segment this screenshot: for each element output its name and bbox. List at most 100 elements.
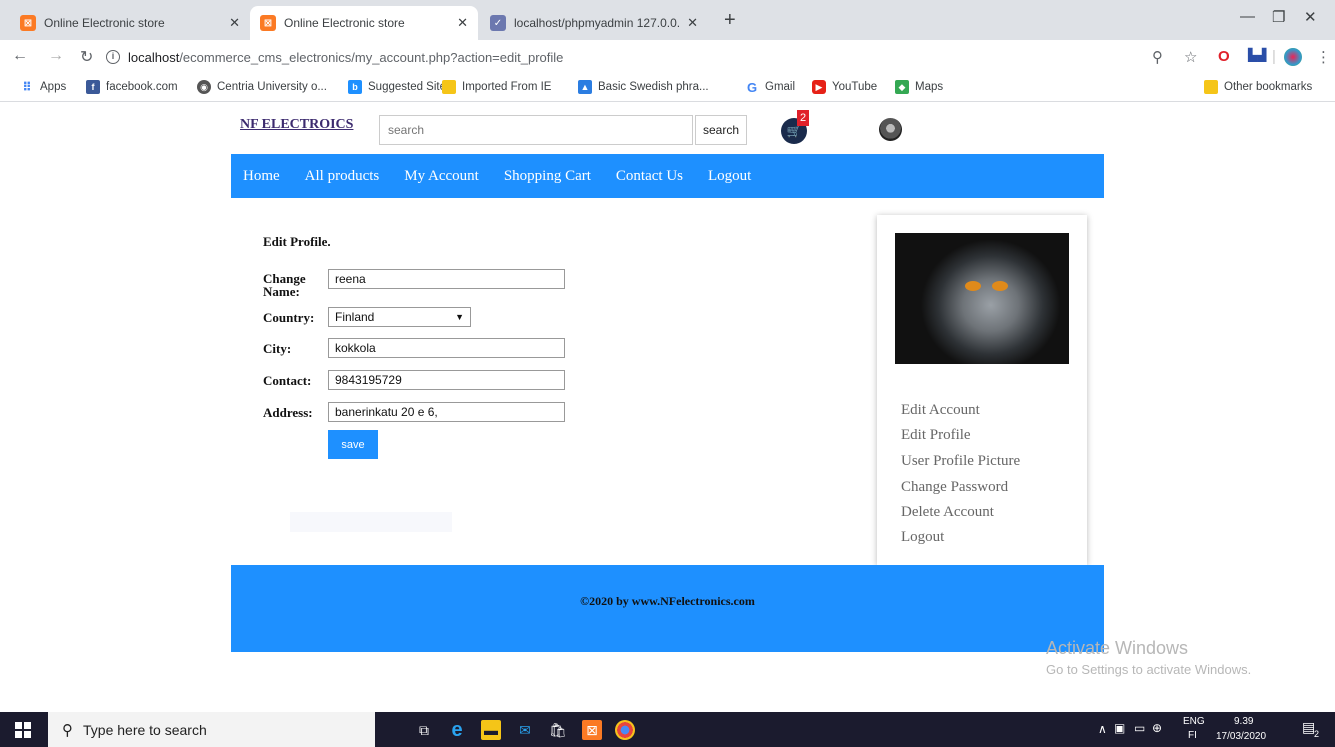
bookmark-swedish[interactable]: ▲ Basic Swedish phra... <box>578 80 709 94</box>
folder-icon <box>1204 80 1218 94</box>
xampp-icon: ⊠ <box>260 15 276 31</box>
new-tab-button[interactable]: + <box>724 10 736 30</box>
sidebar-edit-account[interactable]: Edit Account <box>901 402 980 419</box>
reload-icon[interactable]: ↻ <box>80 47 93 67</box>
minimize-icon[interactable]: — <box>1240 8 1255 25</box>
bookmark-facebook[interactable]: f facebook.com <box>86 80 178 94</box>
tray-app-icon[interactable]: ▣ <box>1114 721 1125 735</box>
facebook-icon: f <box>86 80 100 94</box>
clock-date[interactable]: 17/03/2020 <box>1216 731 1266 742</box>
main-nav: Home All products My Account Shopping Ca… <box>231 154 1104 198</box>
edge-icon[interactable]: e <box>447 719 467 741</box>
bookmark-label: Centria University o... <box>217 81 327 93</box>
contact-field[interactable] <box>328 370 565 390</box>
xampp-icon[interactable]: ⊠ <box>582 720 602 740</box>
google-icon: G <box>746 79 758 95</box>
nav-logout[interactable]: Logout <box>708 168 751 185</box>
name-label: Change Name: <box>263 271 306 299</box>
site-icon: ▲ <box>578 80 592 94</box>
mail-icon[interactable]: ✉ <box>515 720 535 740</box>
language-indicator[interactable]: ENG <box>1183 716 1205 727</box>
star-icon[interactable]: ☆ <box>1184 48 1197 66</box>
bookmark-label: Suggested Sites <box>368 81 452 93</box>
opera-icon[interactable]: O <box>1218 48 1230 65</box>
tab-title: Online Electronic store <box>284 16 405 30</box>
form-title: Edit Profile. <box>263 234 331 249</box>
country-label: Country: <box>263 310 315 325</box>
cat-eye <box>965 281 981 291</box>
tab-title: Online Electronic store <box>44 16 165 30</box>
profile-avatar-icon[interactable] <box>1284 48 1302 66</box>
country-select[interactable]: Finland ▼ <box>328 307 471 327</box>
phpmyadmin-icon: ✓ <box>490 15 506 31</box>
activation-watermark-title: Activate Windows <box>1046 638 1189 658</box>
address-label: Address: <box>263 405 313 420</box>
tab-strip: ⊠ Online Electronic store ✕ ⊠ Online Ele… <box>0 0 1335 40</box>
bookmark-other[interactable]: Other bookmarks <box>1204 80 1312 94</box>
close-window-icon[interactable]: ✕ <box>1304 8 1317 26</box>
footer-text: ©2020 by www.NFelectronics.com <box>580 594 755 608</box>
forward-icon[interactable]: → <box>48 47 64 65</box>
contact-label: Contact: <box>263 373 312 388</box>
bookmark-suggested[interactable]: b Suggested Sites <box>348 80 452 94</box>
sidebar-change-password[interactable]: Change Password <box>901 479 1008 496</box>
name-field[interactable] <box>328 269 565 289</box>
close-icon[interactable]: ✕ <box>229 15 240 31</box>
profile-picture <box>895 233 1069 364</box>
bookmark-imported[interactable]: Imported From IE <box>442 80 551 94</box>
sidebar-logout[interactable]: Logout <box>901 529 944 546</box>
clock-time[interactable]: 9.39 <box>1234 716 1253 727</box>
extension-icon[interactable]: ▙▟ <box>1248 48 1266 62</box>
tab-2[interactable]: ✓ localhost/phpmyadmin 127.0.0.1 ✕ <box>480 6 708 40</box>
sidebar-delete-account[interactable]: Delete Account <box>901 504 994 521</box>
bookmark-maps[interactable]: ◆ Maps <box>895 80 943 94</box>
search-input[interactable] <box>379 115 693 145</box>
avatar[interactable] <box>879 118 902 141</box>
chrome-icon[interactable] <box>615 720 635 740</box>
cat-eye <box>992 281 1008 291</box>
tab-0[interactable]: ⊠ Online Electronic store ✕ <box>10 6 250 40</box>
sidebar-user-profile-picture[interactable]: User Profile Picture <box>901 453 1020 470</box>
bookmark-gmail[interactable]: G Gmail <box>745 79 795 95</box>
nav-shopping-cart[interactable]: Shopping Cart <box>504 168 591 185</box>
restore-icon[interactable]: ❐ <box>1272 8 1285 26</box>
battery-icon[interactable]: ▭ <box>1134 721 1145 735</box>
close-icon[interactable]: ✕ <box>457 15 468 31</box>
info-icon[interactable]: i <box>106 50 120 64</box>
youtube-icon: ▶ <box>812 80 826 94</box>
nav-my-account[interactable]: My Account <box>404 168 479 185</box>
sidebar-edit-profile[interactable]: Edit Profile <box>901 427 971 444</box>
taskbar-search[interactable]: ⚲ Type here to search <box>48 712 375 747</box>
site-logo[interactable]: NF ELECTROICS <box>240 117 353 133</box>
bookmark-label: facebook.com <box>106 81 178 93</box>
network-icon[interactable]: ⊕ <box>1152 721 1162 735</box>
windows-start-icon[interactable] <box>0 712 46 747</box>
chevron-up-icon[interactable]: ∧ <box>1098 722 1107 736</box>
address-bar: ← → ↻ i localhost/ecommerce_cms_electron… <box>0 40 1335 74</box>
nav-all-products[interactable]: All products <box>305 168 380 185</box>
file-explorer-icon[interactable]: ▬ <box>481 720 501 740</box>
notification-count: 2 <box>1314 729 1320 739</box>
back-icon[interactable]: ← <box>12 47 28 65</box>
url-path: /ecommerce_cms_electronics/my_account.ph… <box>179 49 564 65</box>
zoom-icon[interactable]: ⚲ <box>1152 48 1163 66</box>
nav-contact-us[interactable]: Contact Us <box>616 168 683 185</box>
save-button[interactable]: save <box>328 430 378 459</box>
search-icon: ⚲ <box>62 721 73 739</box>
bookmark-label: Apps <box>40 81 67 93</box>
bookmark-centria[interactable]: ◉ Centria University o... <box>197 80 327 94</box>
url-field[interactable]: i localhost/ecommerce_cms_electronics/my… <box>106 45 1126 69</box>
address-field[interactable] <box>328 402 565 422</box>
bookmark-apps[interactable]: ⠿ Apps <box>20 80 66 94</box>
search-button[interactable]: search <box>695 115 747 145</box>
task-view-icon[interactable]: ⧉ <box>414 720 434 740</box>
close-icon[interactable]: ✕ <box>687 15 698 31</box>
chevron-down-icon: ▼ <box>455 312 464 322</box>
bookmark-youtube[interactable]: ▶ YouTube <box>812 80 877 94</box>
store-icon[interactable]: 🛍 <box>548 720 568 740</box>
nav-home[interactable]: Home <box>243 168 280 185</box>
menu-icon[interactable]: ⋮ <box>1316 48 1331 66</box>
city-field[interactable] <box>328 338 565 358</box>
tab-1[interactable]: ⊠ Online Electronic store ✕ <box>250 6 478 40</box>
globe-icon: ◉ <box>197 80 211 94</box>
